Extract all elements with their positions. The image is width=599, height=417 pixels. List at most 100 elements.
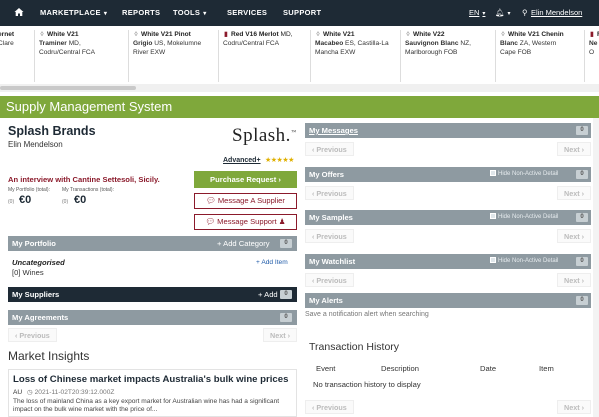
watchlist-pager: ‹ Previous Next › xyxy=(305,273,591,287)
portfolio-total-label: My Portfolio (total): xyxy=(8,187,50,193)
offers-title: My Offers xyxy=(309,170,345,179)
ticker-card[interactable]: ◊ White V21 Macabeo ES, Castilla-La Manch… xyxy=(310,30,408,82)
chevron-down-icon: ▾ xyxy=(103,11,108,17)
next-button[interactable]: Next › xyxy=(557,273,591,287)
ticker-card[interactable]: ▮R Ne O xyxy=(584,30,599,82)
news-meta: AU ◷ 2021-11-02T20:39:12.000Z xyxy=(13,388,292,396)
previous-button[interactable]: ‹ Previous xyxy=(305,400,354,414)
user-name-link[interactable]: Elin Mendelson xyxy=(531,0,582,26)
checkbox-icon xyxy=(490,170,496,176)
ticker-card[interactable]: ernet Clare xyxy=(0,30,34,82)
samples-count-badge: 0 xyxy=(576,213,588,222)
market-insights-title: Market Insights xyxy=(8,349,90,363)
previous-button[interactable]: ‹ Previous xyxy=(305,142,354,156)
add-category-button[interactable]: + Add Category xyxy=(217,236,270,251)
user-icon: ⚲ xyxy=(522,8,528,17)
suppliers-title: My Suppliers xyxy=(12,290,60,299)
chat-icon: 💬︎ xyxy=(205,217,216,226)
add-item-link[interactable]: + Add Item xyxy=(256,259,288,266)
hide-nonactive-watchlist-checkbox[interactable]: Hide Non-Active Detail xyxy=(490,254,558,269)
nav-tools[interactable]: TOOLS ▾ xyxy=(173,0,207,26)
previous-button[interactable]: ‹ Previous xyxy=(305,229,354,243)
user-menu[interactable]: ⚲ xyxy=(522,0,528,26)
message-supplier-button[interactable]: 💬︎ Message A Supplier xyxy=(194,193,297,209)
column-header-event: Event xyxy=(316,364,336,373)
ticker-card[interactable]: ◊ White V21 Pinot Grigio US, Mokelumne Ri… xyxy=(128,30,226,82)
ticker-title: White V21 xyxy=(323,31,355,38)
portfolio-header: My Portfolio + Add Category 0 xyxy=(8,236,297,251)
ticker-varietal: Traminer xyxy=(39,40,67,47)
page-banner: Supply Management System xyxy=(0,96,599,118)
white-wine-icon: ◊ xyxy=(40,31,44,38)
previous-button[interactable]: ‹ Previous xyxy=(305,186,354,200)
ticker-title: White V21 Pinot xyxy=(141,31,191,38)
news-article-card[interactable]: Loss of Chinese market impacts Australia… xyxy=(8,369,297,417)
bell-icon: 🔔︎ xyxy=(495,8,505,17)
agreements-pager: ‹ Previous Next › xyxy=(8,328,297,342)
ticker-title: White V22 xyxy=(413,31,445,38)
ticker-detail: Mancha EXW xyxy=(315,49,356,56)
alerts-hint: Save a notification alert when searching xyxy=(305,311,429,318)
suppliers-count-badge: 0 xyxy=(280,290,292,299)
white-wine-icon: ◊ xyxy=(316,31,320,38)
purchase-request-button[interactable]: Purchase Request › xyxy=(194,171,297,188)
category-wine-count: [0] Wines xyxy=(12,268,44,277)
chat-icon: 💬︎ xyxy=(206,196,216,205)
news-timestamp: 2021-11-02T20:39:12.000Z xyxy=(34,389,115,396)
ticker-card[interactable]: ◊ White V22 Sauvignon Blanc NZ, Marlborou… xyxy=(400,30,498,82)
page-scrollbar[interactable] xyxy=(593,118,599,417)
home-icon[interactable] xyxy=(14,7,24,17)
offers-header: My Offers Hide Non-Active Detail 0 xyxy=(305,167,591,182)
previous-button[interactable]: ‹ Previous xyxy=(8,328,57,342)
ticker-detail: Clare xyxy=(0,40,14,47)
transactions-pager: ‹ Previous Next › xyxy=(305,400,591,414)
offers-count-badge: 0 xyxy=(576,170,588,179)
ticker-scrollbar[interactable] xyxy=(0,84,599,92)
next-button[interactable]: Next › xyxy=(557,142,591,156)
add-supplier-button[interactable]: + Add xyxy=(258,287,278,302)
account-user-name: Elin Mendelson xyxy=(8,140,63,149)
ticker-card[interactable]: ▮ Red V16 Merlot MD, Codru/Central FCA xyxy=(218,30,316,82)
category-name: Uncategorised xyxy=(12,258,65,267)
nav-services[interactable]: SERVICES xyxy=(227,0,267,26)
transactions-total-value: €0 xyxy=(74,194,87,206)
next-button[interactable]: Next › xyxy=(557,400,591,414)
agreements-title: My Agreements xyxy=(12,313,69,322)
messages-title[interactable]: My Messages xyxy=(309,126,358,135)
next-button[interactable]: Next › xyxy=(557,229,591,243)
ticker-detail: Codru/Central FCA xyxy=(39,49,96,56)
language-select[interactable]: EN ▾ xyxy=(469,0,485,26)
interview-link[interactable]: An interview with Cantine Settesoli, Sic… xyxy=(8,175,160,184)
portfolio-count-badge: 0 xyxy=(280,239,292,248)
hide-nonactive-samples-checkbox[interactable]: Hide Non-Active Detail xyxy=(490,210,558,225)
alerts-title: My Alerts xyxy=(309,296,343,305)
ticker-title: ernet xyxy=(0,31,15,38)
membership-level-link[interactable]: Advanced+ xyxy=(223,157,261,164)
samples-pager: ‹ Previous Next › xyxy=(305,229,591,243)
hide-nonactive-offers-checkbox[interactable]: Hide Non-Active Detail xyxy=(490,167,558,182)
next-button[interactable]: Next › xyxy=(557,186,591,200)
ticker-detail: Marlborough FOB xyxy=(405,49,458,56)
agreements-count-badge: 0 xyxy=(280,313,292,322)
nav-reports[interactable]: REPORTS xyxy=(122,0,160,26)
notifications-menu[interactable]: 🔔︎ ▾ xyxy=(495,0,511,26)
messages-header[interactable]: My Messages 0 xyxy=(305,123,591,138)
clock-icon: ◷ xyxy=(27,389,33,396)
news-headline[interactable]: Loss of Chinese market impacts Australia… xyxy=(13,374,292,385)
nav-marketplace[interactable]: MARKETPLACE ▾ xyxy=(40,0,107,26)
ticker-varietal: Grigio xyxy=(133,40,153,47)
previous-button[interactable]: ‹ Previous xyxy=(305,273,354,287)
message-support-label: Message Support xyxy=(217,217,277,226)
alerts-count-badge: 0 xyxy=(576,296,588,305)
next-button[interactable]: Next › xyxy=(263,328,297,342)
nav-support[interactable]: SUPPORT xyxy=(283,0,321,26)
ticker-card[interactable]: ◊ White V21 Traminer MD, Codru/Central FC… xyxy=(34,30,132,82)
watchlist-header: My Watchlist Hide Non-Active Detail 0 xyxy=(305,254,591,269)
red-wine-icon: ▮ xyxy=(224,31,228,38)
agreements-header: My Agreements 0 xyxy=(8,310,297,325)
transaction-history-title: Transaction History xyxy=(309,341,400,353)
message-support-button[interactable]: 💬︎ Message Support ♟ xyxy=(194,214,297,230)
ticker-card[interactable]: ◊ White V21 Chenin Blanc ZA, Western Cape… xyxy=(495,30,593,82)
wine-offers-ticker: ernet Clare ◊White V21 Traminer MD, Codr… xyxy=(0,26,599,86)
scrollbar-thumb[interactable] xyxy=(0,86,136,90)
